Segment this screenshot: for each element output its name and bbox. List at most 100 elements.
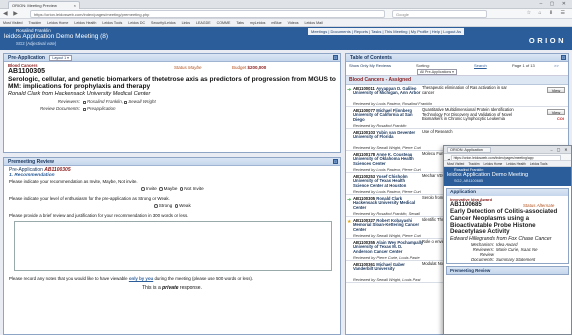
review-textarea[interactable] [14, 221, 332, 271]
document-link[interactable]: Preapplication [87, 106, 116, 111]
sorting-label: Sorting: [416, 63, 430, 68]
private-note: This is a private response. [142, 285, 202, 291]
coi-badge: COI [556, 116, 564, 121]
application-title: Early Detection of Colitis-associated Ca… [450, 208, 558, 236]
bookmark-item[interactable]: Leidos Tools [530, 162, 548, 166]
panel-title: Pre-Application [8, 55, 45, 61]
bookmark-item[interactable]: LEAGDE [196, 21, 211, 25]
documents-line: Review Documents: Preapplication [39, 106, 116, 112]
toc-row[interactable]: ➔ AB1100011 Ayyappan D. Galileo University… [346, 85, 568, 107]
toc-controls: Show Only My Reviews Sorting: Search Pag… [346, 62, 568, 76]
bookmark-item[interactable]: Most Visited [3, 21, 23, 25]
radio-weak[interactable] [174, 204, 179, 208]
row-reviewers: Reviewed by Louis Pasteur, Pierre Curi [353, 189, 421, 194]
radio-not-invite[interactable] [179, 187, 184, 191]
application-popup-window: ORION: Application – ▢ ✕ ◀ https://orion.… [443, 145, 572, 335]
bookmark-item[interactable]: Leidos Home [47, 21, 68, 25]
url-field[interactable]: https://orion.leidosweb.com/index/pages/… [30, 10, 385, 18]
document-link[interactable]: Summary Statement [496, 257, 535, 262]
show-only-checkbox[interactable]: Show Only My Reviews [349, 63, 391, 68]
current-arrow-icon: ➔ [347, 87, 352, 93]
tab-title: ORION: Meeting Preview [12, 3, 57, 8]
address-bar: ◀ ▶ https://orion.leidosweb.com/index/pa… [0, 9, 572, 19]
view-button[interactable]: View [547, 87, 565, 93]
row-org: University of Michigan, Ann Arbor [353, 90, 421, 95]
bookmarks-bar: Most Visited Trackim Leidos Home Leidos Hea… [0, 19, 572, 27]
browser-tab[interactable]: ORION: Meeting Preview × [8, 1, 80, 9]
bookmark-item[interactable]: Leidos Home [484, 162, 503, 166]
row-org: Vanderbilt University [353, 266, 395, 271]
row-org: University of Florida [353, 134, 394, 139]
row-org: University of Texas M. D. Anderson Cance… [353, 244, 403, 254]
row-title: Therapeutic elimination of Ras activatio… [422, 85, 507, 95]
toc-row[interactable]: AB1100077 Michael Flinnberg University of… [346, 107, 568, 129]
close-tab-icon[interactable]: × [74, 3, 76, 8]
filter-select[interactable]: All Pre-Applications ▾ [417, 69, 457, 75]
row-reviewers: Reviewed by Louis Pasteur, Rosalind Fran… [353, 101, 433, 106]
bookmark-item[interactable]: Links [182, 21, 190, 25]
bookmark-item[interactable]: Leidos DC [128, 21, 145, 25]
rec-heading: 1. Recommendation [9, 173, 55, 178]
checkbox-icon [124, 100, 128, 104]
bookmark-item[interactable]: mBlue [271, 21, 281, 25]
bookmark-item[interactable]: Security/Leidos [151, 21, 176, 25]
search-link[interactable]: Search [474, 63, 487, 68]
documents-line: Review Documents: Summary Statement [471, 252, 536, 263]
question-1: Please indicate your recommendation as I… [9, 179, 138, 184]
bookmark-item[interactable]: Leidos Health [74, 21, 96, 25]
row-org: University of Texas Health Science Cente… [353, 178, 407, 188]
popup-window-controls[interactable]: – ▢ ✕ [551, 147, 570, 152]
toolbar-icons[interactable]: ☆ ⌂ ⬇ ☰ [527, 10, 568, 16]
bookmark-item[interactable]: COMME [217, 21, 231, 25]
enthusiasm-radios: Strong Weak [9, 203, 335, 208]
pre-application-panel: Pre-Application Layout 1 ▾ □ Blood Cance… [3, 53, 341, 153]
bookmark-item[interactable]: Trackim [29, 21, 42, 25]
collapse-icon[interactable]: □ [561, 55, 566, 60]
popup-premeeting-header[interactable]: Premeeting Review [446, 266, 569, 276]
bookmark-item[interactable]: Leidos Tools [102, 21, 122, 25]
reviewer-link[interactable]: Rosalind Franklin, [87, 99, 123, 104]
radio-strong[interactable] [154, 204, 158, 208]
next-page-link[interactable]: >> [554, 63, 559, 68]
popup-tab[interactable]: ORION: Application [447, 147, 491, 153]
bookmark-item[interactable]: Tabs [236, 21, 244, 25]
window-controls[interactable]: – ▢ ✕ [540, 1, 569, 7]
row-org: University of California at San Diego [353, 112, 413, 122]
collapse-icon[interactable]: □ [333, 55, 338, 60]
layout-select[interactable]: Layout 1 ▾ [49, 55, 72, 61]
view-button[interactable]: View [547, 109, 565, 115]
search-field[interactable]: Google [392, 10, 487, 18]
radio-invite[interactable] [141, 187, 145, 191]
back-forward-icon[interactable]: ◀ ▶ [3, 10, 20, 17]
bookmark-item[interactable]: Trackim [468, 162, 479, 166]
toc-section-heading: Blood Cancers - Assigned [346, 76, 568, 85]
app-header: Rosalind Franklin leidos Application Dem… [0, 27, 572, 50]
reviewer-link[interactable]: Sewall Wright [128, 99, 156, 104]
radio-maybe[interactable] [159, 187, 163, 191]
bookmark-item[interactable]: Leidos Mail [305, 21, 323, 25]
panel-title: Table of Contents [350, 55, 392, 61]
row-org: University of Oklahoma Health Sciences C… [353, 156, 414, 166]
bookmark-item[interactable]: Videos [288, 21, 299, 25]
row-reviewers: Reviewed by Rosalind Franklin [353, 123, 407, 128]
bookmark-item[interactable]: Most Visited [447, 162, 464, 166]
bookmark-item[interactable]: Leidos Health [506, 162, 526, 166]
popup-title: leidos Application Demo Meeting [447, 172, 529, 178]
collapse-icon[interactable]: □ [333, 159, 338, 164]
row-reviewers: Reviewed by Sewall Wright, Pierre Curi [353, 233, 421, 238]
row-reviewers: Reviewed by Pierre Curie, Louis Paste [353, 255, 420, 260]
star-icon: ★ [347, 219, 352, 225]
row-reviewers: Reviewed by Sewall Wright, Pierre Curi [353, 145, 421, 150]
notes-instruction: Please record any notes that you would l… [9, 276, 254, 281]
row-title: Quantitative Multidimensional Protein Id… [422, 107, 514, 122]
bookmark-item[interactable]: myLeidos [250, 21, 265, 25]
panel-header: Pre-Application Layout 1 ▾ □ [4, 54, 340, 62]
recommendation-radios: Invite Maybe Not Invite [9, 186, 335, 191]
application-title: Serologic, cellular, and genetic biomark… [8, 76, 336, 91]
row-title: Use of Research [422, 129, 453, 134]
budget-field: Budget $200,000 [232, 65, 267, 70]
investigator: Ronald Clark from Hackensack University … [8, 91, 151, 98]
top-nav[interactable]: Meetings | Documents | Reports | Tasks |… [308, 28, 465, 35]
row-org: Hackensack University Medical Center [353, 200, 416, 210]
panel-title: Premeeting Review [8, 159, 54, 165]
